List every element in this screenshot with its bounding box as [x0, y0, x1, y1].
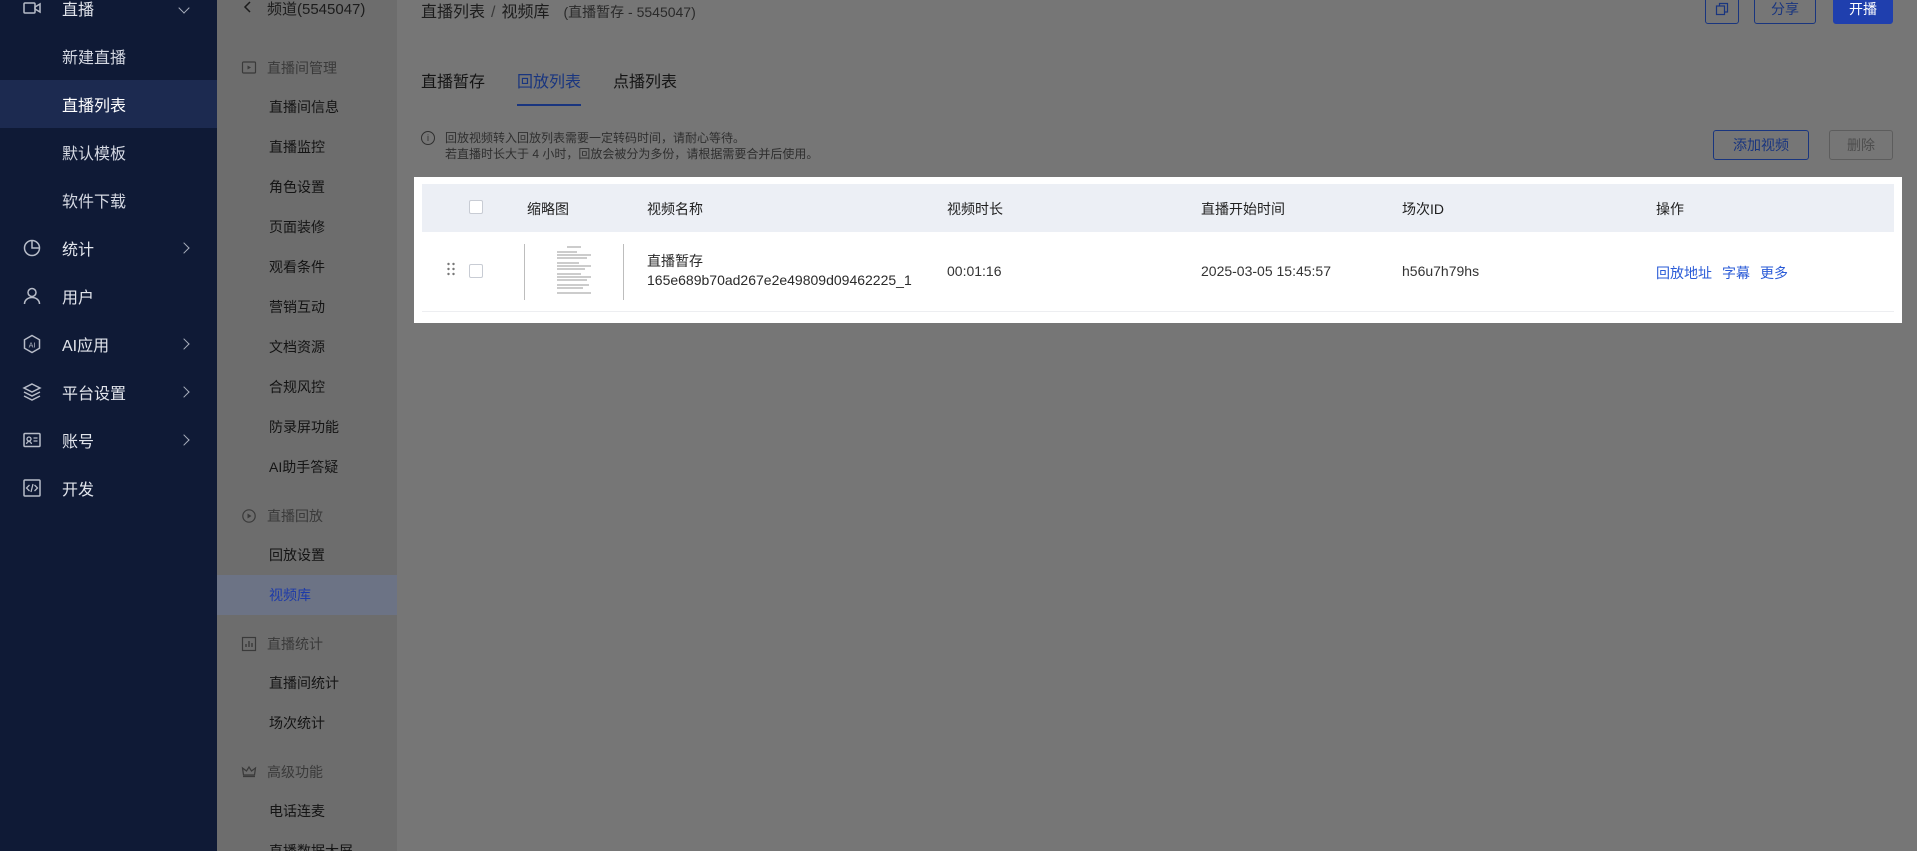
crown-icon: [241, 765, 257, 778]
subnav-link-doc-resources[interactable]: 文档资源: [217, 327, 397, 367]
main-content: 直播列表 / 视频库 (直播暂存 - 5545047) 分享 开播 直播暂存 回放列表…: [397, 0, 1917, 851]
subnav-group-live-stats: 直播统计: [241, 634, 323, 654]
table-header: 缩略图 视频名称 视频时长 直播开始时间 场次ID 操作: [422, 184, 1894, 232]
subnav-link-room-stats[interactable]: 直播间统计: [217, 663, 397, 703]
sidebar-sub-default-template[interactable]: 默认模板: [0, 128, 217, 176]
video-duration: 00:01:16: [947, 263, 1002, 279]
column-header-session-id: 场次ID: [1402, 201, 1444, 217]
video-thumbnail[interactable]: [524, 244, 624, 300]
subnav-link-ai-assistant[interactable]: AI助手答疑: [217, 447, 397, 487]
tab-live-temp[interactable]: 直播暂存: [421, 68, 485, 106]
subnav-link-page-decoration[interactable]: 页面装修: [217, 207, 397, 247]
subnav-link-role-settings[interactable]: 角色设置: [217, 167, 397, 207]
tabs: 直播暂存 回放列表 点播列表: [421, 68, 709, 106]
sidebar-item-label: 直播: [62, 2, 95, 19]
chevron-down-icon: [178, 2, 190, 14]
subnav-link-session-stats[interactable]: 场次统计: [217, 703, 397, 743]
column-header-start-time: 直播开始时间: [1201, 201, 1285, 217]
info-notice: i 回放视频转入回放列表需要一定转码时间，请耐心等待。 若直播时长大于 4 小时…: [421, 130, 818, 162]
start-live-button[interactable]: 开播: [1833, 0, 1893, 24]
sidebar-item-account[interactable]: 账号: [0, 416, 217, 464]
subnav-link-marketing[interactable]: 营销互动: [217, 287, 397, 327]
subnav-link-watch-conditions[interactable]: 观看条件: [217, 247, 397, 287]
channel-subnav: 频道(5545047) 直播间管理 直播间信息 直播监控 角色设置 页面装修 观…: [217, 0, 397, 851]
bar-chart-icon: [241, 636, 257, 652]
play-square-icon: [241, 61, 257, 74]
row-checkbox[interactable]: [469, 264, 483, 278]
more-link[interactable]: 更多: [1760, 265, 1788, 281]
subnav-link-phone-mic[interactable]: 电话连麦: [217, 791, 397, 831]
copy-icon: [1715, 2, 1729, 16]
id-card-icon: [23, 432, 41, 448]
sidebar-item-users[interactable]: 用户: [0, 272, 217, 320]
breadcrumb-channel-info: (直播暂存 - 5545047): [563, 4, 696, 20]
subnav-link-room-info[interactable]: 直播间信息: [217, 87, 397, 127]
sidebar-item-develop[interactable]: 开发: [0, 464, 217, 512]
document-thumbnail-image: [553, 244, 595, 300]
sidebar-sub-new-live[interactable]: 新建直播: [0, 32, 217, 80]
sidebar-sub-software-download[interactable]: 软件下载: [0, 176, 217, 224]
tab-replay-list[interactable]: 回放列表: [517, 68, 582, 106]
chevron-left-icon: [243, 1, 251, 13]
svg-text:AI: AI: [29, 342, 36, 350]
sidebar-sub-live-list[interactable]: 直播列表: [0, 80, 217, 128]
breadcrumb: 直播列表 / 视频库 (直播暂存 - 5545047): [421, 4, 696, 21]
tab-vod-list[interactable]: 点播列表: [613, 68, 677, 106]
chevron-right-icon: [178, 434, 190, 446]
video-name: 直播暂存 165e689b70ad267e2e49809d09462225_1: [647, 253, 912, 288]
sidebar-item-stats[interactable]: 统计: [0, 224, 217, 272]
layers-icon: [22, 383, 42, 401]
column-header-actions: 操作: [1656, 201, 1684, 217]
sidebar-item-platform-settings[interactable]: 平台设置: [0, 368, 217, 416]
row-actions: 回放地址 字幕 更多: [1656, 263, 1798, 283]
sidebar-item-live[interactable]: 直播: [0, 0, 217, 32]
chevron-right-icon: [178, 338, 190, 350]
column-header-thumbnail: 缩略图: [527, 201, 569, 217]
copy-button[interactable]: [1705, 0, 1739, 24]
column-header-duration: 视频时长: [947, 201, 1003, 217]
table-row: 直播暂存 165e689b70ad267e2e49809d09462225_1 …: [422, 232, 1894, 312]
delete-button[interactable]: 删除: [1829, 130, 1893, 160]
subnav-link-replay-settings[interactable]: 回放设置: [217, 535, 397, 575]
column-header-video-name: 视频名称: [647, 201, 703, 217]
subnav-group-replay: 直播回放: [241, 506, 323, 526]
ai-hexagon-icon: AI: [23, 334, 41, 354]
subnav-group-advanced: 高级功能: [241, 762, 323, 782]
subnav-link-data-screen[interactable]: 直播数据大屏: [217, 831, 397, 851]
breadcrumb-video-library: 视频库: [501, 4, 550, 21]
start-time: 2025-03-05 15:45:57: [1201, 263, 1331, 279]
code-icon: [23, 479, 41, 497]
select-all-checkbox[interactable]: [469, 200, 483, 214]
user-icon: [23, 287, 41, 305]
subnav-link-live-monitor[interactable]: 直播监控: [217, 127, 397, 167]
replay-url-link[interactable]: 回放地址: [1656, 265, 1712, 281]
chevron-right-icon: [178, 386, 190, 398]
subnav-group-room-management: 直播间管理: [241, 58, 337, 78]
subnav-link-anti-recording[interactable]: 防录屏功能: [217, 407, 397, 447]
drag-handle-icon[interactable]: [446, 262, 456, 276]
info-icon: i: [421, 131, 435, 145]
subtitle-link[interactable]: 字幕: [1722, 265, 1750, 281]
breadcrumb-live-list[interactable]: 直播列表: [421, 4, 485, 21]
sidebar-item-ai-apps[interactable]: AI AI应用: [0, 320, 217, 368]
chevron-right-icon: [178, 242, 190, 254]
video-camera-icon: [23, 2, 41, 14]
share-button[interactable]: 分享: [1754, 0, 1816, 24]
subnav-link-video-library[interactable]: 视频库: [217, 575, 397, 615]
main-sidebar: 直播 新建直播 直播列表 默认模板 软件下载 统计 用户 AI AI应用 平台设…: [0, 0, 217, 851]
subnav-link-compliance[interactable]: 合规风控: [217, 367, 397, 407]
replay-table: 缩略图 视频名称 视频时长 直播开始时间 场次ID 操作 直播暂存 165e68…: [414, 177, 1902, 323]
pie-chart-icon: [23, 239, 41, 257]
back-to-channel[interactable]: 频道(5545047): [217, 0, 397, 18]
add-video-button[interactable]: 添加视频: [1713, 130, 1809, 160]
replay-icon: [242, 509, 256, 523]
session-id: h56u7h79hs: [1402, 263, 1480, 279]
